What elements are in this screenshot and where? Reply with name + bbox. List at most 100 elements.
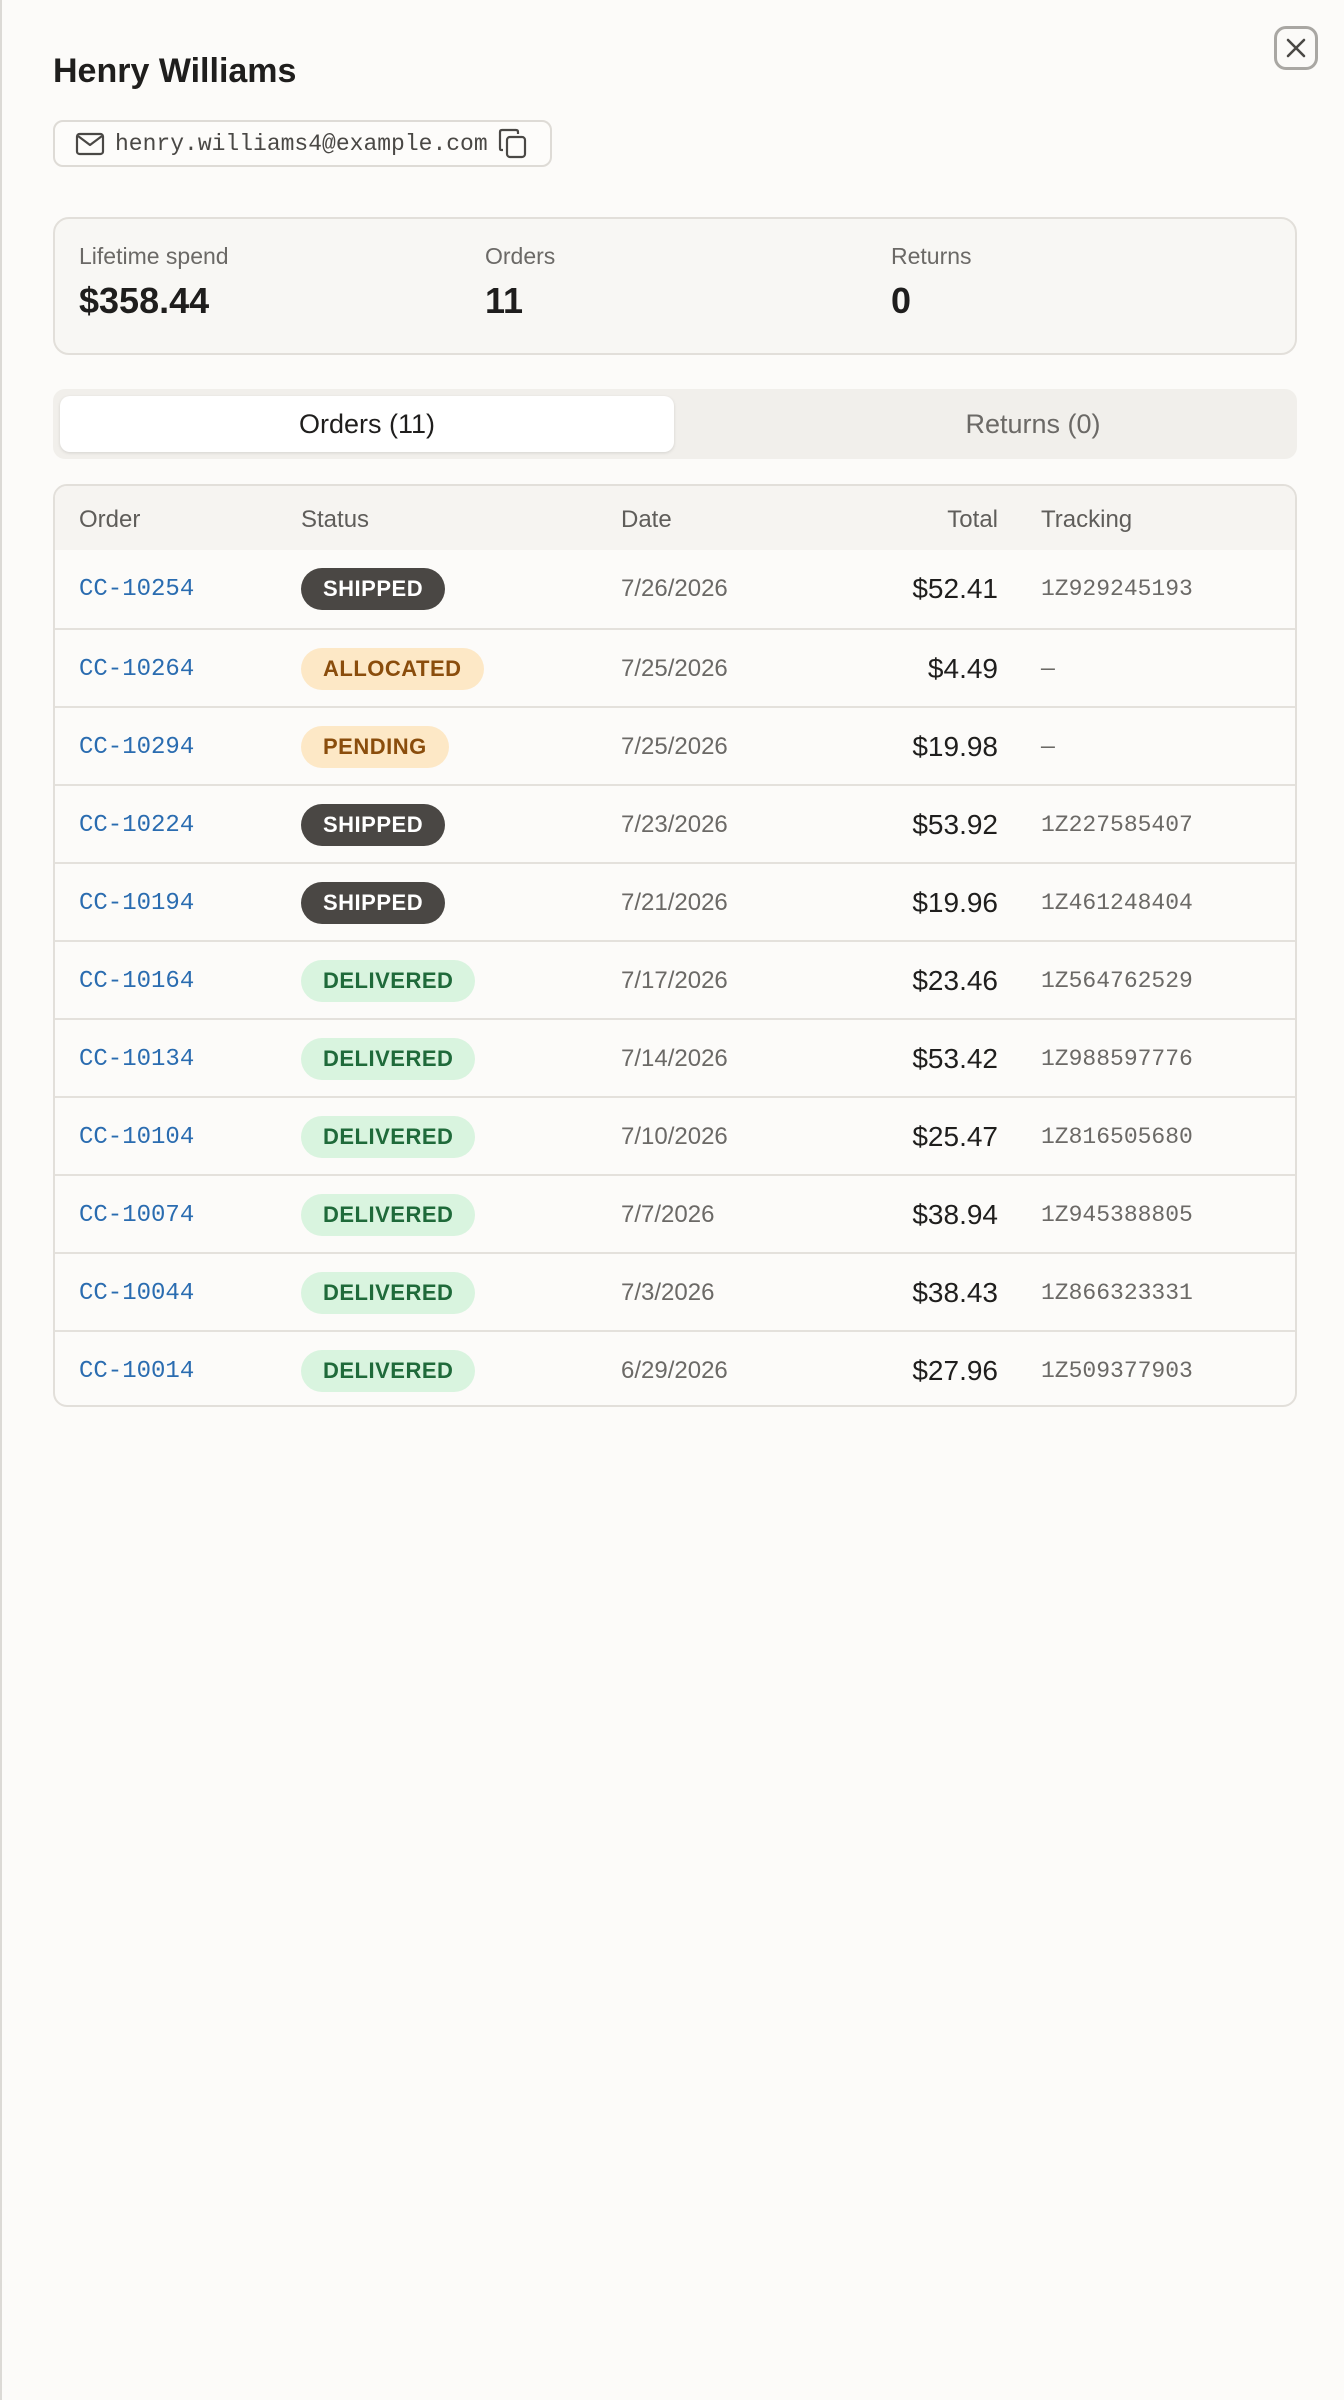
order-total: $53.92 <box>912 809 998 840</box>
order-total: $4.49 <box>927 653 998 684</box>
tab-returns[interactable]: Returns (0) <box>726 396 1340 452</box>
stat-value: 0 <box>891 280 912 321</box>
order-link[interactable]: CC-10164 <box>79 942 194 1020</box>
table-row[interactable]: CC-10254 SHIPPED 7/26/2026 $52.41 1Z92924519… <box>55 550 1295 628</box>
order-date: 7/14/2026 <box>621 1045 728 1072</box>
order-link[interactable]: CC-10194 <box>79 864 194 942</box>
order-total: $38.94 <box>912 1199 998 1230</box>
order-date: 7/25/2026 <box>621 655 728 682</box>
status-badge: DELIVERED <box>301 960 476 1002</box>
status-cell: SHIPPED <box>301 864 446 942</box>
column-header-tracking: Tracking <box>1041 506 1133 533</box>
order-date: 7/10/2026 <box>621 1123 728 1150</box>
tracking-number: — <box>1041 656 1055 682</box>
tracking-number: 1Z945388805 <box>1041 1202 1193 1228</box>
email-address[interactable]: henry.williams4@example.com <box>115 131 488 157</box>
tracking-number: 1Z816505680 <box>1041 1124 1193 1150</box>
order-link[interactable]: CC-10224 <box>79 786 194 864</box>
table-row[interactable]: CC-10224 SHIPPED 7/23/2026 $53.92 1Z22758540… <box>55 784 1295 862</box>
order-total: $38.43 <box>912 1277 998 1308</box>
tracking-number: 1Z509377903 <box>1041 1358 1193 1384</box>
order-total: $52.41 <box>912 573 998 604</box>
order-total: $27.96 <box>912 1355 998 1386</box>
status-cell: DELIVERED <box>301 1254 476 1332</box>
table-row[interactable]: CC-10074 DELIVERED 7/7/2026 $38.94 1Z9453888… <box>55 1174 1295 1252</box>
order-total: $23.46 <box>912 965 998 996</box>
status-badge: SHIPPED <box>301 804 446 846</box>
tracking-number: 1Z866323331 <box>1041 1280 1193 1306</box>
status-badge: DELIVERED <box>301 1350 476 1392</box>
status-cell: DELIVERED <box>301 1098 476 1176</box>
stat-lifetime-spend: Lifetime spend $358.44 <box>79 243 229 322</box>
table-row[interactable]: CC-10104 DELIVERED 7/10/2026 $25.47 1Z816505… <box>55 1096 1295 1174</box>
stat-returns: Returns 0 <box>891 243 972 322</box>
tab-orders[interactable]: Orders (11) <box>60 396 674 452</box>
order-link[interactable]: CC-10254 <box>79 550 194 628</box>
order-link[interactable]: CC-10264 <box>79 630 194 708</box>
status-badge: ALLOCATED <box>301 648 484 690</box>
stat-value: 11 <box>485 280 524 321</box>
order-link[interactable]: CC-10294 <box>79 708 194 786</box>
order-total: $53.42 <box>912 1043 998 1074</box>
column-header-total: Total <box>947 506 998 533</box>
status-badge: DELIVERED <box>301 1116 476 1158</box>
customer-name: Henry Williams <box>53 52 297 90</box>
stat-value: $358.44 <box>79 280 210 321</box>
copy-icon[interactable] <box>498 128 528 160</box>
order-total: $25.47 <box>912 1121 998 1152</box>
tab-bar: Orders (11) Returns (0) <box>53 389 1297 459</box>
status-badge: SHIPPED <box>301 568 446 610</box>
status-cell: DELIVERED <box>301 1020 476 1098</box>
stat-label: Orders <box>485 243 556 269</box>
order-link[interactable]: CC-10104 <box>79 1098 194 1176</box>
order-total: $19.98 <box>912 731 998 762</box>
status-cell: ALLOCATED <box>301 630 484 708</box>
table-row[interactable]: CC-10164 DELIVERED 7/17/2026 $23.46 1Z564762… <box>55 940 1295 1018</box>
mail-icon <box>75 132 105 155</box>
status-badge: PENDING <box>301 726 449 768</box>
order-date: 7/23/2026 <box>621 811 728 838</box>
email-chip: henry.williams4@example.com <box>53 120 552 167</box>
column-header-status: Status <box>301 506 370 533</box>
status-cell: SHIPPED <box>301 786 446 864</box>
order-total: $19.96 <box>912 887 998 918</box>
status-badge: DELIVERED <box>301 1272 476 1314</box>
customer-detail-panel: Henry Williams henry.williams4@example.c… <box>0 0 1344 2400</box>
order-link[interactable]: CC-10074 <box>79 1176 194 1254</box>
table-row[interactable]: CC-10294 PENDING 7/25/2026 $19.98 — <box>55 706 1295 784</box>
status-cell: DELIVERED <box>301 1332 476 1405</box>
order-link[interactable]: CC-10134 <box>79 1020 194 1098</box>
order-date: 7/25/2026 <box>621 733 728 760</box>
table-body: CC-10254 SHIPPED 7/26/2026 $52.41 1Z92924519… <box>55 550 1295 1405</box>
orders-table: Order Status Date Total Tracking CC-1025… <box>53 484 1297 1407</box>
status-cell: SHIPPED <box>301 550 446 628</box>
order-date: 7/3/2026 <box>621 1279 715 1306</box>
tracking-number: 1Z461248404 <box>1041 890 1193 916</box>
status-badge: SHIPPED <box>301 882 446 924</box>
tracking-number: 1Z988597776 <box>1041 1046 1193 1072</box>
close-button[interactable] <box>1274 26 1318 70</box>
stat-label: Returns <box>891 243 972 269</box>
status-badge: DELIVERED <box>301 1038 476 1080</box>
order-date: 6/29/2026 <box>621 1357 728 1384</box>
order-date: 7/21/2026 <box>621 889 728 916</box>
table-header: Order Status Date Total Tracking <box>55 486 1295 550</box>
stats-card: Lifetime spend $358.44 Orders 11 Returns… <box>53 217 1297 355</box>
stat-label: Lifetime spend <box>79 243 229 269</box>
order-link[interactable]: CC-10044 <box>79 1254 194 1332</box>
status-badge: DELIVERED <box>301 1194 476 1236</box>
table-row[interactable]: CC-10134 DELIVERED 7/14/2026 $53.42 1Z988597… <box>55 1018 1295 1096</box>
table-row[interactable]: CC-10194 SHIPPED 7/21/2026 $19.96 1Z46124840… <box>55 862 1295 940</box>
tracking-number: 1Z227585407 <box>1041 812 1193 838</box>
stat-orders: Orders 11 <box>485 243 555 322</box>
order-date: 7/7/2026 <box>621 1201 715 1228</box>
table-row[interactable]: CC-10014 DELIVERED 6/29/2026 $27.96 1Z509377… <box>55 1330 1295 1405</box>
column-header-order: Order <box>79 506 141 533</box>
status-cell: DELIVERED <box>301 942 476 1020</box>
order-link[interactable]: CC-10014 <box>79 1332 194 1405</box>
column-header-date: Date <box>621 506 672 533</box>
table-row[interactable]: CC-10264 ALLOCATED 7/25/2026 $4.49 — <box>55 628 1295 706</box>
table-row[interactable]: CC-10044 DELIVERED 7/3/2026 $38.43 1Z8663233… <box>55 1252 1295 1330</box>
tracking-number: 1Z564762529 <box>1041 968 1193 994</box>
tracking-number: 1Z929245193 <box>1041 576 1193 602</box>
